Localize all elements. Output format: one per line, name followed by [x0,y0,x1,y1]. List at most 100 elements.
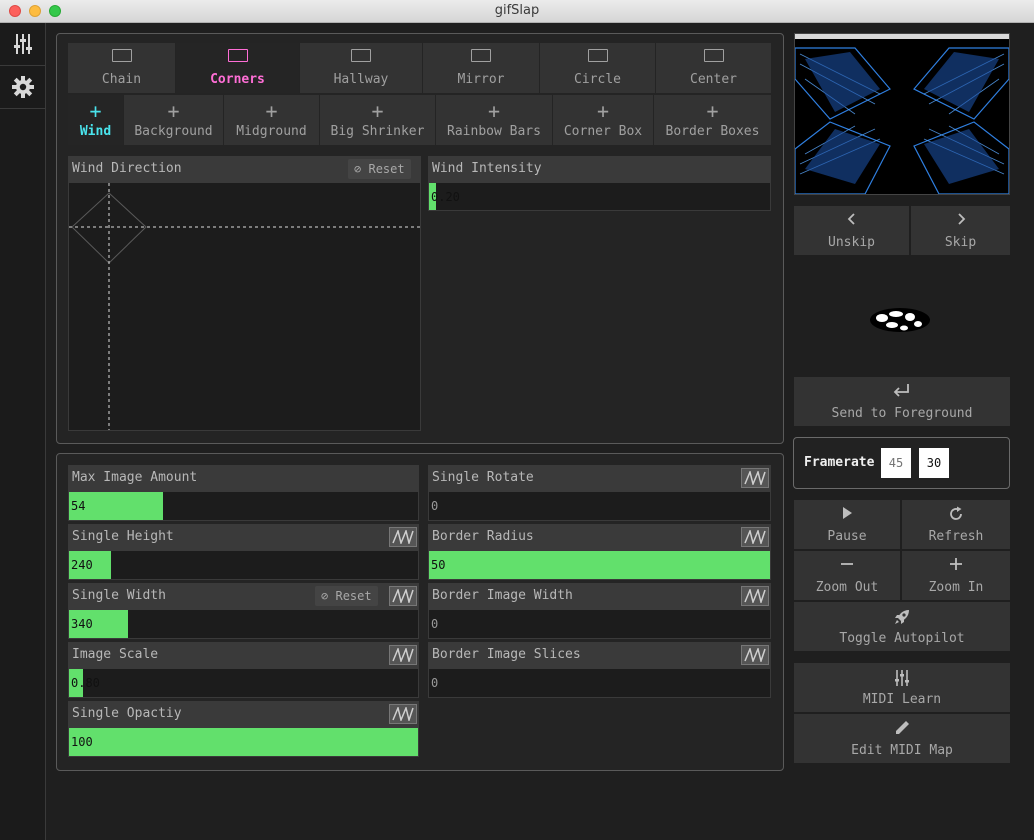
max-image-amount-label: Max Image Amount [68,465,419,491]
preview-thumbnail[interactable] [794,33,1010,195]
border-radius-value: 50 [431,558,446,572]
wind-direction-crosshair [69,183,420,430]
skip-button[interactable]: Skip [911,206,1010,255]
wind-direction-reset-button[interactable]: ⊘ Reset [348,159,411,179]
plus-icon: + [596,99,610,123]
border-image-slices-lfo-button[interactable] [741,645,769,665]
rectangle-icon [471,49,491,62]
scene-panel: Chain Corners Hallway Mirror Circle Cent… [56,33,784,444]
framerate-input[interactable] [919,448,949,478]
window-title: gifSlap [494,3,540,18]
border-image-width-label: Border Image Width [428,583,771,609]
tab-center[interactable]: Center [656,43,771,93]
rectangle-icon [703,49,724,62]
single-opacity-label: Single Opactiy [68,701,419,727]
plus-icon [902,557,1010,571]
zoom-out-button[interactable]: Zoom Out [794,551,900,600]
rocket-icon [794,608,1010,626]
plus-icon: + [89,99,102,123]
sidebar-item-controls[interactable] [0,23,45,66]
foreground-image [870,308,930,332]
waveform-icon [744,648,766,662]
border-image-width-slider[interactable]: 0 [428,609,771,639]
wind-direction-pad[interactable] [68,182,421,431]
pencil-icon [794,720,1010,736]
single-opacity-lfo-button[interactable] [389,704,417,724]
plus-icon: + [265,99,278,123]
tab-wind[interactable]: + Wind [68,95,123,145]
rectangle-icon [351,49,371,62]
params-panel: Max Image Amount 54 Single Height 240 Si… [56,453,784,771]
waveform-icon [392,707,414,721]
border-image-width-lfo-button[interactable] [741,586,769,606]
tab-corner-box[interactable]: + Corner Box [553,95,653,145]
single-rotate-slider[interactable]: 0 [428,491,771,521]
midi-learn-button[interactable]: MIDI Learn [794,663,1010,712]
single-width-slider[interactable]: 340 [68,609,419,639]
sliders-icon [794,669,1010,687]
return-arrow-icon [794,383,1010,397]
send-to-foreground-button[interactable]: Send to Foreground [794,377,1010,426]
sidebar-item-settings[interactable] [0,66,45,109]
single-rotate-value: 0 [431,499,439,513]
single-opacity-value: 100 [71,735,93,749]
plus-icon: + [487,99,501,123]
reset-icon: ⊘ [354,162,362,176]
waveform-icon [744,589,766,603]
single-opacity-slider[interactable]: 100 [68,727,419,757]
plus-icon: + [167,99,180,123]
tab-mirror[interactable]: Mirror [423,43,539,93]
single-height-slider[interactable]: 240 [68,550,419,580]
zoom-in-button[interactable]: Zoom In [902,551,1010,600]
border-radius-slider[interactable]: 50 [428,550,771,580]
pause-button[interactable]: Pause [794,500,900,549]
border-radius-fill [429,551,770,579]
tab-big-shrinker[interactable]: + Big Shrinker [320,95,435,145]
single-height-label: Single Height [68,524,419,550]
sidebar [0,23,46,840]
tab-circle[interactable]: Circle [540,43,655,93]
border-radius-label: Border Radius [428,524,771,550]
edit-midi-map-button[interactable]: Edit MIDI Map [794,714,1010,763]
tab-hallway[interactable]: Hallway [300,43,422,93]
refresh-button[interactable]: Refresh [902,500,1010,549]
foreground-preview [862,300,940,340]
preview-image [795,34,1009,194]
tab-rainbow-bars[interactable]: + Rainbow Bars [436,95,552,145]
single-width-reset-button[interactable]: ⊘ Reset [315,586,378,606]
single-height-value: 240 [71,558,93,572]
wind-intensity-label: Wind Intensity [428,156,771,182]
tab-chain[interactable]: Chain [68,43,175,93]
border-image-slices-value: 0 [431,676,439,690]
waveform-icon [744,530,766,544]
gear-icon [11,76,34,98]
framerate-target-input[interactable] [881,448,911,478]
tab-background[interactable]: + Background [124,95,223,145]
rectangle-icon [111,49,132,62]
chevron-left-icon [794,212,909,226]
rectangle-icon [587,49,608,62]
single-opacity-fill [69,728,418,756]
reset-icon: ⊘ [321,589,329,603]
wind-intensity-slider[interactable]: 0.20 [428,182,771,211]
image-scale-lfo-button[interactable] [389,645,417,665]
max-image-amount-slider[interactable]: 54 [68,491,419,521]
image-scale-label: Image Scale [68,642,419,668]
border-image-slices-slider[interactable]: 0 [428,668,771,698]
framerate-label: Framerate [804,455,875,470]
image-scale-slider[interactable]: 0.80 [68,668,419,698]
play-icon [794,506,900,520]
unskip-button[interactable]: Unskip [794,206,909,255]
waveform-icon [392,648,414,662]
toggle-autopilot-button[interactable]: Toggle Autopilot [794,602,1010,651]
border-radius-lfo-button[interactable] [741,527,769,547]
tab-midground[interactable]: + Midground [224,95,319,145]
tab-border-boxes[interactable]: + Border Boxes [654,95,771,145]
single-height-lfo-button[interactable] [389,527,417,547]
single-width-lfo-button[interactable] [389,586,417,606]
minus-icon [794,557,900,571]
single-rotate-lfo-button[interactable] [741,468,769,488]
single-rotate-label: Single Rotate [428,465,771,491]
tab-corners[interactable]: Corners [176,43,299,93]
max-image-amount-value: 54 [71,499,86,513]
